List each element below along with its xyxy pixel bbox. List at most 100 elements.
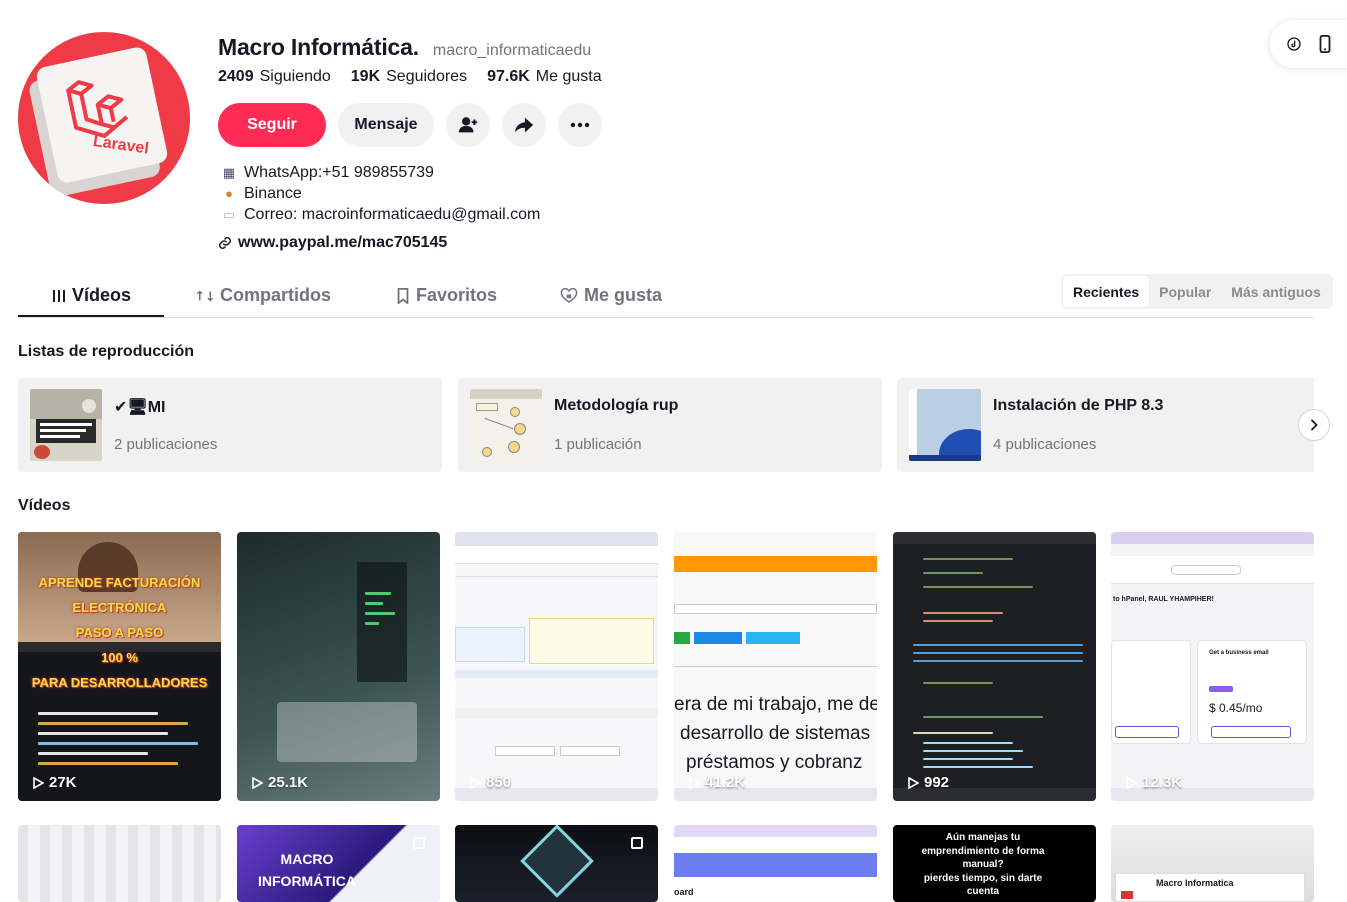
playlist-thumbnail — [909, 389, 981, 461]
profile-display-name: Macro Informática. — [218, 34, 419, 60]
video-card[interactable]: 992 — [893, 532, 1096, 801]
music-disc-icon[interactable] — [1286, 36, 1302, 52]
follow-button[interactable]: Seguir — [218, 103, 326, 147]
video-card[interactable]: to hPanel, RAUL YHAMPIHER! Get a busines… — [1111, 532, 1314, 801]
video-views: 27K — [32, 774, 77, 791]
video-card[interactable] — [18, 825, 221, 902]
stat-followers[interactable]: 19K Seguidores — [351, 68, 467, 86]
link-icon — [219, 237, 231, 249]
sort-oldest[interactable]: Más antiguos — [1221, 276, 1330, 307]
video-card[interactable]: Aún manejas tu emprendimiento de forma m… — [893, 825, 1096, 902]
sort-recent[interactable]: Recientes — [1063, 276, 1150, 307]
video-card[interactable]: era de mi trabajo, me de desarrollo de s… — [674, 532, 877, 801]
bio-text: Binance — [244, 185, 302, 202]
video-card[interactable]: 25.1K — [237, 532, 440, 801]
chevron-right-icon — [1310, 419, 1318, 431]
video-card[interactable] — [455, 825, 658, 902]
avatar-laravel-text: Laravel — [91, 132, 150, 158]
video-views: 12.3K — [1125, 774, 1182, 791]
stat-value: 19K — [350, 68, 381, 85]
bio-line: ● Binance — [220, 183, 540, 204]
money-bag-icon: ● — [225, 186, 233, 201]
profile-avatar: Laravel — [18, 32, 190, 204]
tab-label: Compartidos — [220, 285, 332, 305]
video-overlay-text: manual? — [962, 859, 1004, 870]
playlists-next-button[interactable] — [1298, 409, 1330, 441]
play-icon — [33, 776, 44, 789]
video-overlay-text: MACRO — [280, 851, 334, 867]
video-overlay-text: Get a business email — [1209, 650, 1269, 656]
video-card[interactable]: 850 — [455, 532, 658, 801]
tab-liked[interactable]: Me gusta — [560, 274, 662, 317]
profile-handle: macro_informaticaedu — [432, 42, 592, 59]
play-icon — [908, 776, 919, 789]
add-friend-button[interactable] — [446, 103, 490, 147]
video-overlay-text: INFORMÁTICA — [258, 873, 356, 890]
profile-bio: ▦ WhatsApp:+51 989855739 ● Binance ▭ Correo… — [220, 162, 541, 225]
playlist-card[interactable]: Instalación de PHP 8.3 4 publicaciones — [897, 378, 1314, 472]
playlists-carousel: ✔🖥MI 2 publicaciones Metodología rup 1 p… — [18, 378, 1314, 472]
carousel-icon — [631, 837, 643, 849]
view-count: 27K — [49, 774, 77, 791]
play-icon — [689, 776, 700, 789]
playlist-count: 4 publicaciones — [993, 436, 1097, 453]
tab-favorites[interactable]: Favoritos — [396, 274, 497, 317]
bio-line: ▦ WhatsApp:+51 989855739 — [220, 162, 540, 183]
video-views: 25.1K — [251, 774, 308, 791]
stat-value: 2409 — [218, 68, 254, 85]
envelope-icon: ▭ — [222, 207, 236, 222]
playlist-title: Metodología rup — [554, 397, 679, 414]
more-options-button[interactable] — [558, 103, 602, 147]
playlist-card[interactable]: Metodología rup 1 publicación — [458, 378, 882, 472]
bio-text: WhatsApp:+51 989855739 — [244, 164, 434, 181]
heart-lock-icon — [560, 287, 578, 303]
carousel-icon — [413, 837, 425, 849]
video-card[interactable]: Macro Informatica — [1111, 825, 1314, 902]
logo-graphic — [520, 825, 594, 898]
play-icon — [252, 776, 263, 789]
bookmark-icon — [397, 287, 409, 304]
calculator-icon: ▦ — [222, 165, 236, 180]
share-arrow-icon — [514, 117, 534, 133]
video-card[interactable]: MACRO INFORMÁTICA — [237, 825, 440, 902]
video-overlay-text: ELECTRÓNICA — [72, 599, 167, 615]
tab-label: Vídeos — [72, 285, 132, 305]
video-views: 850 — [469, 774, 511, 791]
video-overlay-text: pierdes tiempo, sin darte — [923, 872, 1043, 884]
video-overlay-text: Macro Informatica — [1156, 878, 1234, 888]
avatar-cube-graphic: Laravel — [34, 45, 170, 185]
share-button[interactable] — [502, 103, 546, 147]
playlists-heading: Listas de reproducción — [18, 343, 195, 360]
video-overlay-text: desarrollo de sistemas — [680, 723, 871, 744]
message-button[interactable]: Mensaje — [338, 103, 434, 147]
profile-stats: 2409 Siguiendo 19K Seguidores 97.6K Me gust… — [218, 68, 602, 86]
video-card[interactable]: APRENDE FACTURACIÓN ELECTRÓNICA PASO A P… — [18, 532, 221, 801]
corner-toolbar — [1270, 20, 1347, 68]
playlist-card[interactable]: ✔🖥MI 2 publicaciones — [18, 378, 442, 472]
tab-videos[interactable]: Vídeos — [52, 274, 131, 317]
video-overlay-text: Aún manejas tu — [945, 832, 1021, 843]
video-overlay-text: oard — [674, 887, 694, 897]
active-tab-indicator — [18, 315, 164, 317]
stat-label: Siguiendo — [259, 68, 331, 85]
sort-popular[interactable]: Popular — [1149, 276, 1221, 307]
view-count: 12.3K — [1142, 774, 1183, 791]
stat-label: Seguidores — [386, 68, 468, 85]
bio-line: ▭ Correo: macroinformaticaedu@gmail.com — [220, 204, 541, 225]
video-overlay-text: to hPanel, RAUL YHAMPIHER! — [1113, 596, 1214, 603]
stat-following[interactable]: 2409 Siguiendo — [218, 68, 331, 86]
video-overlay-text: préstamos y cobranz — [686, 752, 863, 773]
profile-name-row: Macro Informática. macro_informaticaedu — [218, 34, 591, 61]
profile-link-text: www.paypal.me/mac705145 — [238, 234, 448, 251]
mobile-phone-icon[interactable] — [1318, 35, 1332, 53]
video-overlay-text: PARA DESARROLLADORES — [31, 674, 208, 690]
tab-shared[interactable]: Compartidos — [196, 274, 331, 317]
video-card[interactable]: oard — [674, 825, 877, 902]
view-count: 25.1K — [268, 774, 309, 791]
tab-label: Favoritos — [416, 285, 498, 305]
playlist-title: Instalación de PHP 8.3 — [993, 397, 1164, 414]
stat-likes: 97.6K Me gusta — [487, 68, 602, 86]
profile-actions: Seguir Mensaje — [218, 103, 602, 147]
profile-link[interactable]: www.paypal.me/mac705145 — [218, 234, 447, 252]
video-overlay-text: PASO A PASO — [75, 624, 164, 640]
